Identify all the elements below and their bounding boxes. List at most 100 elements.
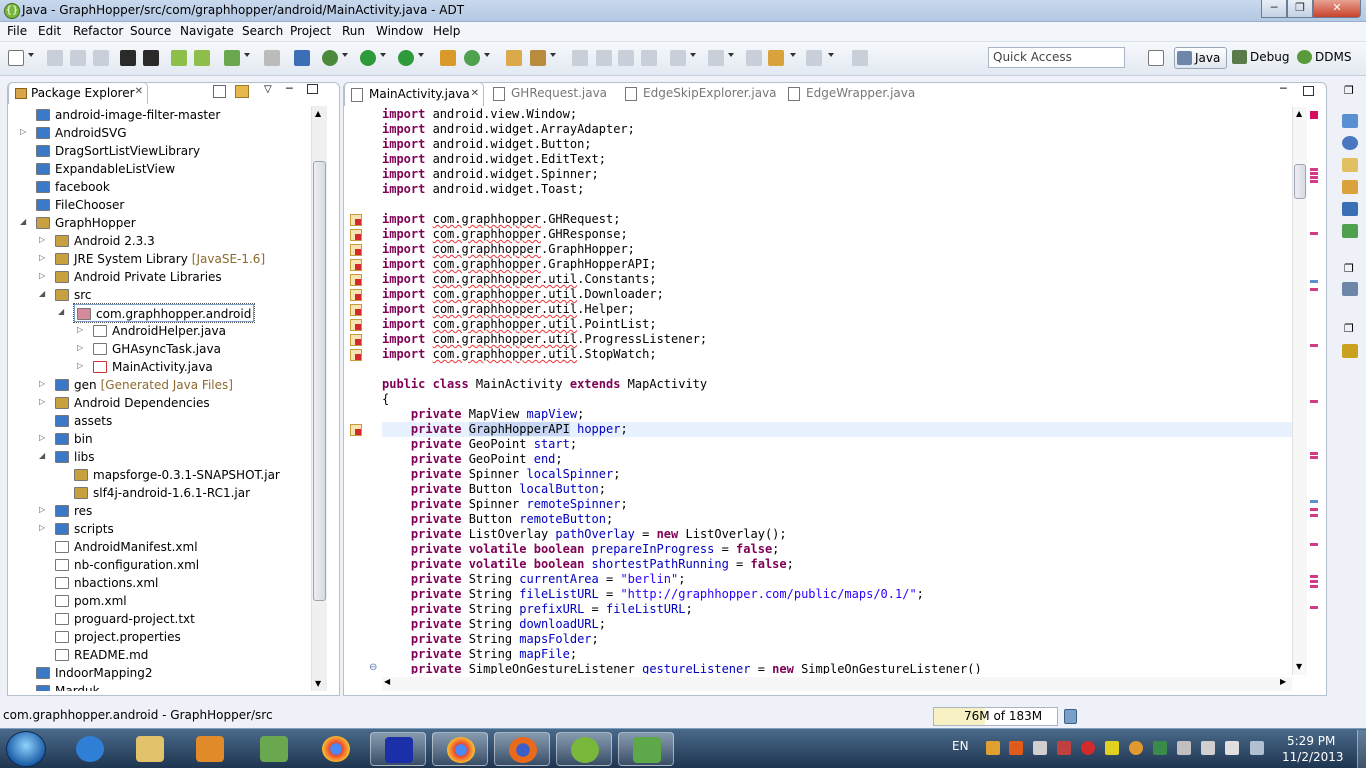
scroll-up-icon[interactable]: ▲ [315, 109, 321, 118]
tray-monitor-icon[interactable] [1153, 741, 1167, 755]
toggle-mark-occurrences-icon[interactable] [572, 50, 588, 66]
expanded-triangle-icon[interactable]: ◢ [39, 289, 49, 298]
menu-window[interactable]: Window [376, 24, 423, 38]
code-line[interactable]: private GraphHopperAPI hopper; [382, 422, 1292, 437]
error-marker-icon[interactable] [350, 244, 362, 256]
tree-item[interactable]: IndoorMapping2 [36, 664, 153, 682]
code-line[interactable]: import android.widget.Spinner; [382, 167, 1292, 182]
scroll-up-icon[interactable]: ▲ [1296, 109, 1302, 118]
tray-network-icon[interactable] [1201, 741, 1215, 755]
menu-help[interactable]: Help [433, 24, 460, 38]
collapsed-triangle-icon[interactable]: ▷ [77, 361, 87, 370]
debug-icon[interactable] [322, 50, 338, 66]
notepad-task[interactable] [618, 732, 674, 766]
close-view-icon[interactable]: ✕ [135, 86, 143, 97]
code-line[interactable]: private String prefixURL = fileListURL; [382, 602, 1292, 617]
heap-status[interactable]: 76M of 183M [933, 707, 1058, 726]
collapse-all-icon[interactable] [213, 85, 226, 98]
minimize-button[interactable]: ─ [1261, 0, 1287, 18]
task-list-view-icon[interactable] [1342, 282, 1358, 296]
code-line[interactable]: private String mapsFolder; [382, 632, 1292, 647]
scroll-right-icon[interactable]: ▶ [1280, 677, 1286, 686]
collapsed-triangle-icon[interactable]: ▷ [77, 343, 87, 352]
tray-avast-icon[interactable] [1009, 741, 1023, 755]
collapsed-triangle-icon[interactable]: ▷ [39, 271, 49, 280]
tree-item[interactable]: MainActivity.java [93, 358, 213, 376]
code-line[interactable]: import android.widget.ArrayAdapter; [382, 122, 1292, 137]
quick-access-input[interactable]: Quick Access [988, 47, 1125, 68]
tab-edgeskipexplorer[interactable]: EdgeSkipExplorer.java [619, 82, 777, 106]
restore-view-icon[interactable]: ❐ [1344, 262, 1354, 275]
tray-wireless-icon[interactable] [1033, 741, 1047, 755]
tree-item[interactable]: nb-configuration.xml [55, 556, 199, 574]
back-icon[interactable] [768, 50, 784, 66]
menu-run[interactable]: Run [342, 24, 365, 38]
code-line[interactable]: import android.view.Window; [382, 107, 1292, 122]
skip-breakpoints-icon[interactable] [264, 50, 280, 66]
tree-item[interactable]: AndroidSVG [36, 124, 127, 142]
new-class-dropdown-icon[interactable] [484, 53, 490, 57]
code-line[interactable]: private GeoPoint start; [382, 437, 1292, 452]
tree-item[interactable]: slf4j-android-1.6.1-RC1.jar [74, 484, 250, 502]
menu-refactor[interactable]: Refactor [73, 24, 123, 38]
show-desktop-button[interactable] [1357, 730, 1366, 768]
print-icon[interactable] [93, 50, 109, 66]
code-line[interactable]: private volatile boolean prepareInProgre… [382, 542, 1292, 557]
overview-marker[interactable] [1310, 508, 1318, 511]
new-icon[interactable] [8, 50, 24, 66]
next-annotation-dropdown-icon[interactable] [690, 53, 696, 57]
close-button[interactable]: ✕ [1313, 0, 1361, 18]
android-sdk-icon[interactable] [171, 50, 187, 66]
pin-editor-icon[interactable] [852, 50, 868, 66]
expanded-triangle-icon[interactable]: ◢ [39, 451, 49, 460]
tray-security-icon[interactable] [1081, 741, 1095, 755]
menu-edit[interactable]: Edit [38, 24, 61, 38]
tree-item[interactable]: JRE System Library [JavaSE-1.6] [55, 250, 265, 268]
tab-mainactivity[interactable]: MainActivity.java ✕ [344, 82, 484, 106]
collapsed-triangle-icon[interactable]: ▷ [39, 397, 49, 406]
maximize-editor-icon[interactable] [1303, 86, 1314, 96]
code-line[interactable]: import com.graphhopper.GraphHopperAPI; [382, 257, 1292, 272]
new-dropdown-icon[interactable] [28, 53, 34, 57]
expanded-triangle-icon[interactable]: ◢ [58, 307, 68, 316]
last-edit-location-icon[interactable] [746, 50, 762, 66]
tray-app-icon[interactable] [986, 741, 1000, 755]
menu-search[interactable]: Search [242, 24, 283, 38]
previous-annotation-icon[interactable] [708, 50, 724, 66]
tree-item[interactable]: Android 2.3.3 [55, 232, 155, 250]
error-marker-icon[interactable] [350, 319, 362, 331]
tray-power-icon[interactable] [1177, 741, 1191, 755]
menu-navigate[interactable]: Navigate [180, 24, 234, 38]
menu-project[interactable]: Project [290, 24, 331, 38]
restore-view-icon[interactable]: ❐ [1344, 84, 1354, 97]
tray-network-icon[interactable] [1057, 741, 1071, 755]
trash-icon[interactable] [1064, 709, 1077, 724]
tab-ghrequest[interactable]: GHRequest.java [487, 82, 607, 106]
overview-marker[interactable] [1310, 288, 1318, 291]
forward-dropdown-icon[interactable] [828, 53, 834, 57]
overview-marker[interactable] [1310, 168, 1318, 171]
code-line[interactable]: import android.widget.Toast; [382, 182, 1292, 197]
error-overview-icon[interactable] [1310, 111, 1318, 119]
save-all-icon[interactable] [70, 50, 86, 66]
collapsed-triangle-icon[interactable]: ▷ [39, 253, 49, 262]
tab-edgewrapper[interactable]: EdgeWrapper.java [782, 82, 915, 106]
search-dropdown-icon[interactable] [550, 53, 556, 57]
start-button-icon[interactable] [6, 731, 46, 767]
run-icon[interactable] [360, 50, 376, 66]
tree-item[interactable]: GraphHopper [36, 214, 136, 232]
tree-item[interactable]: nbactions.xml [55, 574, 158, 592]
back-dropdown-icon[interactable] [790, 53, 796, 57]
code-line[interactable]: import com.graphhopper.util.Downloader; [382, 287, 1292, 302]
tree-item[interactable]: libs [55, 448, 95, 466]
declaration-view-icon[interactable] [1342, 158, 1358, 172]
collapsed-triangle-icon[interactable]: ▷ [39, 379, 49, 388]
lint-icon[interactable] [224, 50, 240, 66]
console-view-icon[interactable] [1342, 202, 1358, 216]
avd-manager-icon[interactable] [194, 50, 210, 66]
editor-vertical-scrollbar[interactable]: ▲ ▼ [1292, 107, 1307, 675]
collapsed-triangle-icon[interactable]: ▷ [20, 127, 30, 136]
show-whitespace-icon[interactable] [618, 50, 634, 66]
code-line[interactable]: private Spinner remoteSpinner; [382, 497, 1292, 512]
overview-marker[interactable] [1310, 543, 1318, 546]
